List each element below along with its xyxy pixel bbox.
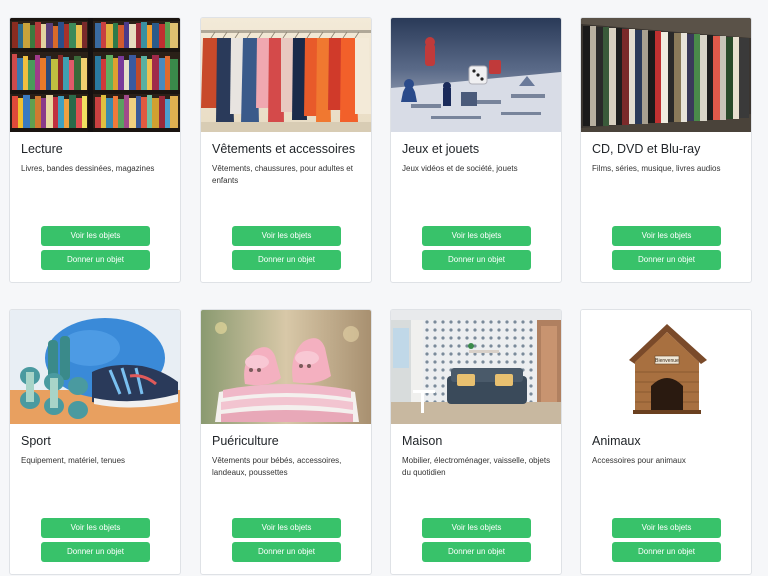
- category-title: Maison: [402, 434, 443, 448]
- view-items-button[interactable]: Voir les objets: [41, 518, 150, 538]
- category-title: Jeux et jouets: [402, 142, 480, 156]
- category-title: CD, DVD et Blu-ray: [592, 142, 701, 156]
- view-items-button[interactable]: Voir les objets: [232, 226, 341, 246]
- category-card-lecture: Lecture Livres, bandes dessinées, magazi…: [9, 17, 181, 283]
- board-game-image: [391, 18, 561, 132]
- bookshelf-photo[interactable]: [10, 18, 180, 132]
- category-card-cd-dvd: CD, DVD et Blu-ray Films, séries, musiqu…: [580, 17, 752, 283]
- category-card-sport: Sport Equipement, matériel, tenues Voir …: [9, 309, 181, 575]
- dog-house-image: Bienvenue: [581, 310, 751, 424]
- category-title: Vêtements et accessoires: [212, 142, 356, 156]
- view-items-button[interactable]: Voir les objets: [612, 518, 721, 538]
- give-item-button[interactable]: Donner un objet: [41, 250, 150, 270]
- category-card-animaux: Bienvenue Animaux Accessoires pour anima…: [580, 309, 752, 575]
- dvd-shelf-photo[interactable]: [581, 18, 751, 132]
- category-title: Lecture: [21, 142, 63, 156]
- give-item-button[interactable]: Donner un objet: [422, 250, 531, 270]
- category-description: Accessoires pour animaux: [592, 456, 686, 465]
- give-item-button[interactable]: Donner un objet: [612, 250, 721, 270]
- baby-booties-photo[interactable]: [201, 310, 371, 424]
- category-description: Mobilier, électroménager, vaisselle, obj…: [402, 456, 551, 477]
- living-room-image: [391, 310, 561, 424]
- give-item-button[interactable]: Donner un objet: [41, 542, 150, 562]
- category-card-puericulture: Puériculture Vêtements pour bébés, acces…: [200, 309, 372, 575]
- clothes-rack-image: [201, 18, 371, 132]
- category-card-jeux: Jeux et jouets Jeux vidéos et de société…: [390, 17, 562, 283]
- give-item-button[interactable]: Donner un objet: [422, 542, 531, 562]
- category-description: Vêtements pour bébés, accessoires, lande…: [212, 456, 342, 477]
- dog-house-sign-text: Bienvenue: [655, 358, 679, 364]
- view-items-button[interactable]: Voir les objets: [422, 518, 531, 538]
- category-card-vetements: Vêtements et accessoires Vêtements, chau…: [200, 17, 372, 283]
- view-items-button[interactable]: Voir les objets: [41, 226, 150, 246]
- view-items-button[interactable]: Voir les objets: [232, 518, 341, 538]
- view-items-button[interactable]: Voir les objets: [612, 226, 721, 246]
- dvd-shelf-image: [581, 18, 751, 132]
- category-title: Puériculture: [212, 434, 279, 448]
- give-item-button[interactable]: Donner un objet: [612, 542, 721, 562]
- category-title: Sport: [21, 434, 51, 448]
- view-items-button[interactable]: Voir les objets: [422, 226, 531, 246]
- category-description: Equipement, matériel, tenues: [21, 456, 126, 465]
- category-description: Livres, bandes dessinées, magazines: [21, 164, 155, 173]
- category-title: Animaux: [592, 434, 641, 448]
- baby-booties-image: [201, 310, 371, 424]
- sport-equipment-image: [10, 310, 180, 424]
- category-card-maison: Maison Mobilier, électroménager, vaissel…: [390, 309, 562, 575]
- board-game-photo[interactable]: [391, 18, 561, 132]
- dog-house-photo[interactable]: Bienvenue: [581, 310, 751, 424]
- bookshelf-image: [10, 18, 180, 132]
- give-item-button[interactable]: Donner un objet: [232, 542, 341, 562]
- living-room-photo[interactable]: [391, 310, 561, 424]
- category-description: Films, séries, musique, livres audios: [592, 164, 721, 173]
- give-item-button[interactable]: Donner un objet: [232, 250, 341, 270]
- clothes-rack-photo[interactable]: [201, 18, 371, 132]
- category-description: Vêtements, chaussures, pour adultes et e…: [212, 164, 353, 185]
- sport-equipment-photo[interactable]: [10, 310, 180, 424]
- category-description: Jeux vidéos et de société, jouets: [402, 164, 518, 173]
